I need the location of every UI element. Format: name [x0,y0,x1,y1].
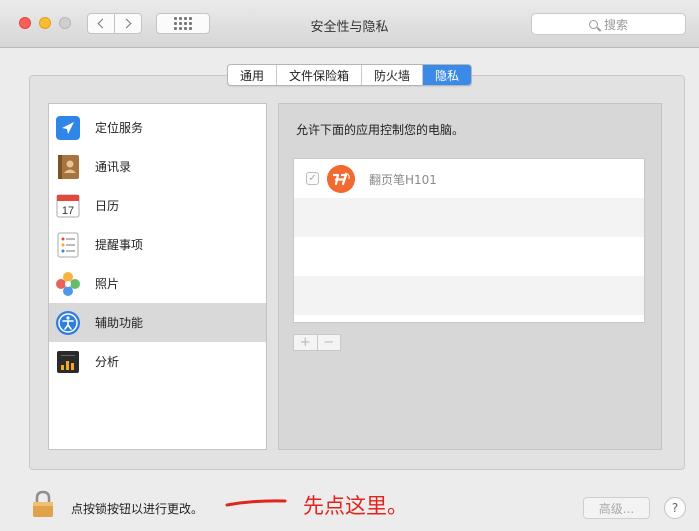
calendar-icon: 17 [56,194,80,217]
app-name: 翻页笔H101 [369,173,437,187]
annotation-text: 先点这里。 [303,494,408,518]
search-field[interactable]: 搜索 [531,13,686,35]
reminders-icon [57,232,79,257]
sidebar-item-calendar[interactable]: 17 日历 [49,186,266,225]
calendar-date: 17 [62,205,74,217]
privacy-category-list: 定位服务 通讯录 17 日历 提醒事项 照片 辅助功能 分析 [48,103,267,450]
photos-flower-icon [56,271,80,296]
add-remove-control: + − [293,334,341,351]
contacts-book-icon [58,154,79,179]
sidebar-item-label: 日历 [95,199,120,213]
empty-row [294,237,644,276]
title-bar: 安全性与隐私 搜索 [0,0,699,48]
tab-firewall[interactable]: 防火墙 [362,65,424,85]
accessibility-icon [56,310,80,335]
empty-row [294,276,644,315]
sidebar-item-reminders[interactable]: 提醒事项 [49,225,266,264]
search-placeholder: 搜索 [603,17,628,32]
help-button[interactable]: ? [664,497,686,519]
sidebar-item-analytics[interactable]: 分析 [49,342,266,381]
advanced-button[interactable]: 高级... [583,497,650,519]
sidebar-item-label: 通讯录 [95,160,132,174]
sidebar-item-label: 提醒事项 [95,238,144,252]
tab-bar: 通用 文件保险箱 防火墙 隐私 [227,64,473,86]
lock-hint-text: 点按锁按钮以进行更改。 [71,502,204,516]
sidebar-item-label: 辅助功能 [95,316,144,330]
sidebar-item-label: 分析 [95,355,120,369]
sidebar-item-label: 照片 [95,277,120,291]
sidebar-item-label: 定位服务 [95,121,144,135]
sidebar-item-accessibility[interactable]: 辅助功能 [49,303,266,342]
location-arrow-icon [56,115,80,140]
tab-general[interactable]: 通用 [228,65,278,85]
sidebar-item-photos[interactable]: 照片 [49,264,266,303]
app-list: ✓ 翻页笔H101 [293,158,645,323]
search-icon [588,19,598,29]
sidebar-item-location-services[interactable]: 定位服务 [49,108,266,147]
list-item[interactable]: ✓ 翻页笔H101 [294,159,644,198]
remove-app-button[interactable]: − [318,335,341,350]
sidebar-item-contacts[interactable]: 通讯录 [49,147,266,186]
analytics-chart-icon [57,350,79,373]
lock-icon[interactable] [31,490,55,518]
content-description: 允许下面的应用控制您的电脑。 [296,123,465,137]
add-app-button[interactable]: + [294,335,318,350]
app-checkbox[interactable]: ✓ [306,172,319,185]
empty-row [294,198,644,237]
tab-filevault[interactable]: 文件保险箱 [277,65,363,85]
annotation-stroke [225,499,287,507]
tab-privacy[interactable]: 隐私 [423,65,472,85]
presenter-app-icon [327,165,355,193]
